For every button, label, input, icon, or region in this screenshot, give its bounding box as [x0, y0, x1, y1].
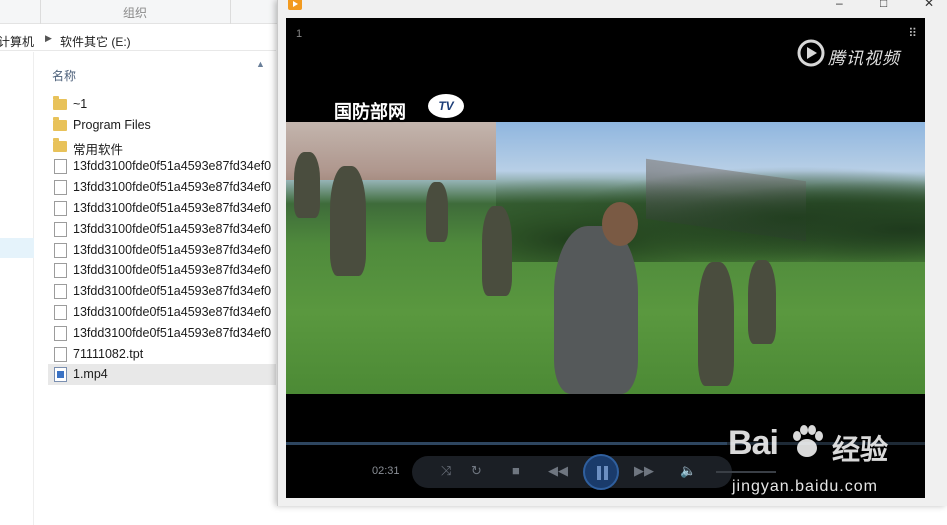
- site-badge-tv: TV: [428, 94, 464, 118]
- file-name: 13fdd3100fde0f51a4593e87fd34ef0: [73, 159, 272, 174]
- address-bar[interactable]: 计算机 ▶ 软件其它 (E:): [0, 29, 276, 51]
- progress-fill: [286, 442, 727, 445]
- file-name: 13fdd3100fde0f51a4593e87fd34ef0: [73, 221, 272, 236]
- video-soldier: [330, 166, 366, 276]
- folder-icon: [53, 96, 67, 110]
- file-name: 13fdd3100fde0f51a4593e87fd34ef0: [73, 304, 272, 319]
- column-header-name[interactable]: 名称: [52, 67, 76, 84]
- document-icon: [54, 284, 67, 300]
- watermark-url: jingyan.baidu.com: [732, 478, 878, 495]
- file-row[interactable]: 1.mp4: [48, 364, 276, 386]
- video-soldier-head: [602, 202, 638, 246]
- file-name: 13fdd3100fde0f51a4593e87fd34ef0: [73, 242, 272, 257]
- pause-button[interactable]: [583, 454, 619, 490]
- tencent-video-logo-text: 腾讯视频: [828, 49, 900, 68]
- video-trees: [496, 152, 925, 262]
- ribbon-divider: [230, 0, 231, 24]
- speaker-icon[interactable]: 🔈: [680, 463, 696, 479]
- baidu-logo-text: Bai: [728, 424, 779, 462]
- tencent-video-app-icon: [288, 0, 302, 10]
- jingyan-logo-text: 经验: [832, 434, 889, 465]
- file-name: 13fdd3100fde0f51a4593e87fd34ef0: [73, 180, 272, 195]
- file-list-pane: 名称 ▲ ~1 Program Files 常用软件 13fdd3100fde0f51…: [48, 58, 276, 525]
- file-list: ~1 Program Files 常用软件 13fdd3100fde0f51a4593…: [48, 94, 276, 386]
- file-row[interactable]: 13fdd3100fde0f51a4593e87fd34ef0: [48, 219, 276, 240]
- tencent-video-logo: 腾讯视频: [796, 38, 916, 68]
- file-row[interactable]: 13fdd3100fde0f51a4593e87fd34ef0: [48, 281, 276, 302]
- breadcrumb-computer[interactable]: 计算机: [0, 33, 34, 50]
- close-button[interactable]: ✕: [924, 0, 934, 10]
- site-badge: 国防部网 TV: [334, 94, 464, 122]
- file-name: Program Files: [73, 117, 151, 132]
- file-row[interactable]: 13fdd3100fde0f51a4593e87fd34ef0: [48, 198, 276, 219]
- minimize-button[interactable]: –: [836, 0, 843, 10]
- document-icon: [54, 325, 67, 341]
- video-soldier: [698, 262, 734, 386]
- file-row[interactable]: 13fdd3100fde0f51a4593e87fd34ef0: [48, 177, 276, 198]
- fast-forward-icon[interactable]: ▶▶: [634, 463, 654, 479]
- document-icon: [54, 346, 67, 362]
- video-soldier: [748, 260, 776, 344]
- file-row[interactable]: 13fdd3100fde0f51a4593e87fd34ef0: [48, 260, 276, 281]
- video-soldier: [482, 206, 512, 296]
- file-name: 71111082.tpt: [73, 346, 144, 361]
- document-icon: [54, 200, 67, 216]
- file-row[interactable]: ~1: [48, 94, 276, 115]
- document-icon: [54, 304, 67, 320]
- baidu-paw-icon: [793, 425, 823, 457]
- site-badge-text: 国防部网: [334, 102, 406, 122]
- episode-number: 1: [296, 28, 303, 40]
- player-titlebar[interactable]: – □ ✕: [278, 0, 947, 12]
- video-soldier: [294, 152, 320, 218]
- document-icon: [54, 242, 67, 258]
- file-row[interactable]: 13fdd3100fde0f51a4593e87fd34ef0: [48, 240, 276, 261]
- breadcrumb-drive[interactable]: 软件其它 (E:): [60, 33, 131, 50]
- file-name: 常用软件: [73, 142, 124, 157]
- maximize-button[interactable]: □: [880, 0, 887, 10]
- rewind-icon[interactable]: ◀◀: [548, 463, 568, 479]
- file-row[interactable]: 常用软件: [48, 136, 276, 157]
- document-icon: [54, 263, 67, 279]
- document-icon: [54, 159, 67, 175]
- elapsed-time: 02:31: [372, 465, 400, 477]
- tencent-play-icon: [797, 39, 825, 67]
- file-name: 1.mp4: [73, 367, 108, 382]
- file-name: 13fdd3100fde0f51a4593e87fd34ef0: [73, 263, 272, 278]
- file-row[interactable]: 13fdd3100fde0f51a4593e87fd34ef0: [48, 302, 276, 323]
- ribbon-group-label: 组织: [122, 6, 147, 20]
- navigation-pane[interactable]: [0, 52, 34, 525]
- video-soldier: [426, 182, 448, 242]
- video-frame: [286, 122, 925, 394]
- baidu-jingyan-watermark: Bai 经验 jingyan.baidu.com: [728, 420, 928, 510]
- folder-icon: [53, 116, 67, 131]
- file-name: 13fdd3100fde0f51a4593e87fd34ef0: [73, 284, 272, 299]
- breadcrumb-chevron-icon[interactable]: ▶: [45, 33, 52, 44]
- grid-icon[interactable]: ⠿: [908, 26, 917, 40]
- file-row[interactable]: Program Files: [48, 115, 276, 136]
- sort-ascending-icon: ▲: [256, 59, 265, 69]
- document-icon: [54, 180, 67, 196]
- document-icon: [54, 221, 67, 237]
- file-name: ~1: [73, 97, 88, 111]
- repeat-icon[interactable]: ⤨: [441, 463, 451, 479]
- file-row[interactable]: 71111082.tpt: [48, 344, 276, 365]
- nav-selected-item[interactable]: [0, 238, 34, 258]
- folder-icon: [53, 137, 67, 152]
- file-name: 13fdd3100fde0f51a4593e87fd34ef0: [73, 200, 272, 215]
- file-row[interactable]: 13fdd3100fde0f51a4593e87fd34ef0: [48, 323, 276, 344]
- file-name: 13fdd3100fde0f51a4593e87fd34ef0: [73, 325, 272, 340]
- video-file-icon: [54, 367, 67, 383]
- stop-icon[interactable]: ■: [512, 463, 520, 478]
- refresh-icon[interactable]: ↻: [471, 463, 482, 479]
- video-soldier: [554, 226, 638, 394]
- file-row[interactable]: 13fdd3100fde0f51a4593e87fd34ef0: [48, 156, 276, 177]
